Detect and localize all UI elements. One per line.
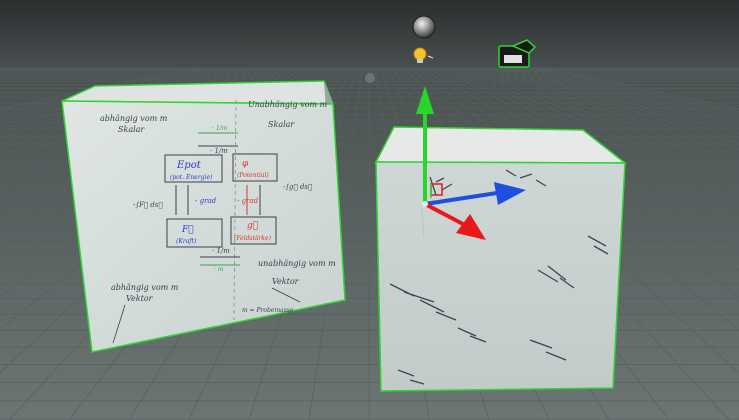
box-force-title: F⃗: [181, 225, 194, 235]
box-field-title: g⃗: [247, 221, 258, 231]
grad-right: - grad: [237, 197, 259, 205]
arrow-bottom-label-2: · m: [214, 266, 224, 273]
distant-sphere: [365, 73, 375, 83]
box-force-sub: (Kraft): [176, 238, 197, 245]
box-phi-sub: (Potential): [237, 172, 269, 179]
grad-left: - grad: [195, 197, 217, 205]
note-bottom-right-2: Vektor: [272, 277, 300, 286]
note-bottom-left-2: Vektor: [126, 294, 154, 303]
box-epot-title: Epot: [176, 160, 202, 171]
box-phi-title: φ: [242, 159, 249, 169]
arrow-top-label: · 1/m: [212, 125, 228, 132]
3d-viewport[interactable]: abhängig vom m Skalar Unabhängig vom m S…: [0, 0, 739, 420]
arrow-top-label-2: · 1/m: [210, 147, 228, 155]
footnote-probemasse: m = Probemasse: [242, 307, 294, 314]
right-integral: -∫g⃗ ds⃗: [283, 183, 312, 191]
arrow-bottom-label: · 1/m: [212, 247, 230, 255]
note-top-right: Unabhängig vom m: [248, 100, 328, 109]
selected-cube[interactable]: [374, 126, 628, 392]
left-integral: -∫F⃗ ds⃗: [133, 201, 163, 209]
box-field-sub: (Feldstärke): [234, 235, 272, 242]
reflection-probe-sphere-icon[interactable]: [412, 15, 436, 39]
gizmo-center[interactable]: [422, 201, 428, 207]
box-epot-sub: (pot. Energie): [170, 174, 213, 181]
scene-canvas[interactable]: abhängig vom m Skalar Unabhängig vom m S…: [0, 0, 739, 420]
note-top-left: abhängig vom m: [100, 114, 168, 123]
note-bottom-right: unabhängig vom m: [258, 259, 336, 268]
note-top-right-2: Skalar: [268, 120, 295, 129]
note-top-left-2: Skalar: [118, 125, 145, 134]
note-bottom-left: abhängig vom m: [111, 283, 179, 292]
sky: [0, 0, 739, 72]
